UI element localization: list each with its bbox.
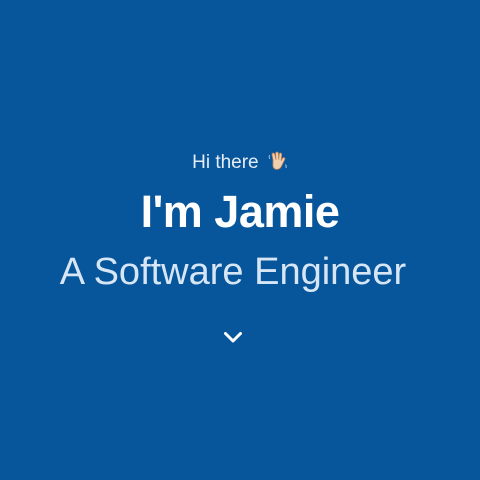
waving-hand-icon (268, 150, 288, 172)
hero-name: I'm Jamie (140, 186, 340, 237)
hero-section: Hi there I'm Jamie A Software Engineer (0, 0, 480, 480)
hero-role: A Software Engineer (59, 251, 407, 293)
greeting-line: Hi there (0, 150, 480, 176)
greeting-text: Hi there (192, 152, 259, 173)
chevron-down-icon[interactable] (222, 326, 244, 348)
